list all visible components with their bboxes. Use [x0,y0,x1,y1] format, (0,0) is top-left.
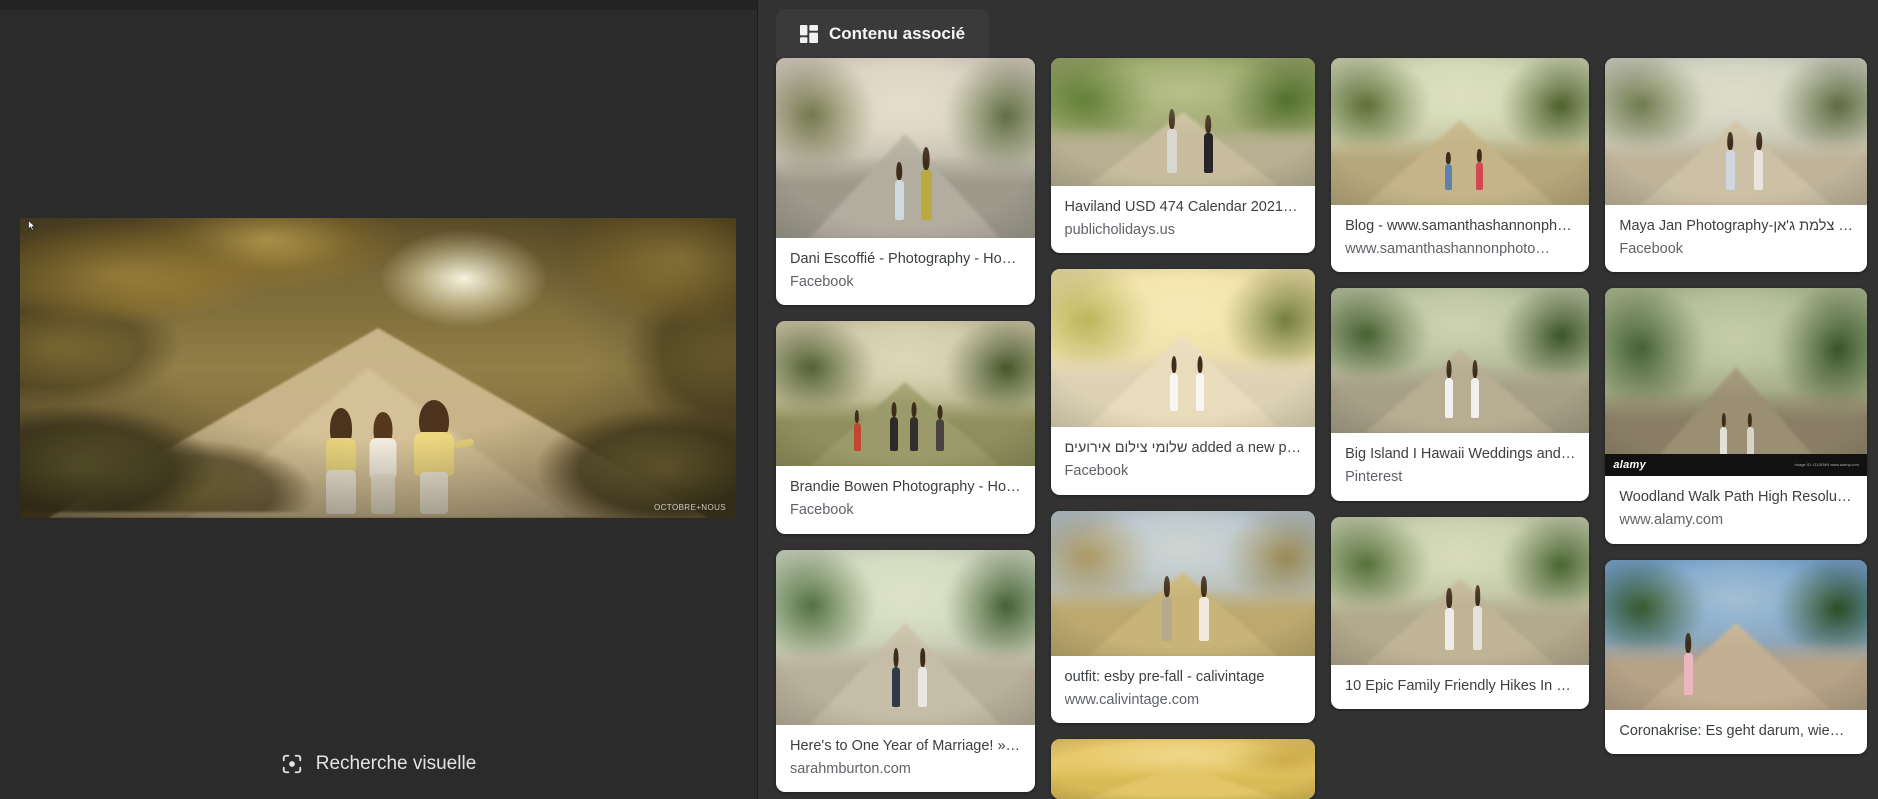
results-column-2: Haviland USD 474 Calendar 2021… publichol… [1050,58,1316,799]
card-thumbnail [776,58,1035,238]
card-source: Facebook [1619,241,1684,258]
result-card[interactable]: Brandie Bowen Photography - Ho… Facebook [776,321,1035,534]
card-thumbnail [1331,516,1590,665]
card-source: www.samanthashannonphoto… [1345,241,1550,258]
card-source: www.alamy.com [1619,512,1724,529]
card-meta: Maya Jan Photography-צלמת ג'אן … Facebook [1605,205,1867,272]
result-card[interactable]: Maya Jan Photography-צלמת ג'אן … Facebook [1605,58,1867,273]
visual-search-page: OCTOBRE+NOUS Recherche visuelle Contenu … [0,0,1878,799]
card-source: Facebook [790,274,854,291]
card-thumbnail [1331,288,1590,434]
card-meta: Big Island I Hawaii Weddings and… Pintere… [1331,433,1589,500]
preview-panel: OCTOBRE+NOUS Recherche visuelle [0,0,758,799]
card-title: outfit: esby pre-fall - calivintage [1064,668,1265,685]
card-meta: Haviland USD 474 Calendar 2021… publichol… [1051,186,1316,253]
card-thumbnail [1605,58,1867,205]
result-card[interactable]: Coronakrise: Es geht darum, wie… [1605,559,1867,754]
card-source: Facebook [1064,463,1129,480]
alamy-brand-label: alamy [1613,459,1647,472]
result-card[interactable]: alamy Image ID: G1JKMN www.alamy.com Woodl… [1605,288,1867,544]
card-title: Blog - www.samanthashannonph… [1345,218,1572,234]
card-title: Dani Escoffié - Photography - Ho… [790,251,1017,267]
results-column-3: Blog - www.samanthashannonph… www.samanth… [1331,58,1590,799]
result-card[interactable]: Haviland USD 474 Calendar 2021… publichol… [1050,58,1316,254]
result-card[interactable]: Blog - www.samanthashannonph… www.samanth… [1331,58,1590,273]
card-thumbnail [776,321,1035,467]
card-thumbnail [1050,58,1316,186]
result-card[interactable]: שלומי צילום אירועים added a new p… Facebo… [1050,269,1316,495]
card-title: Brandie Bowen Photography - Ho… [790,479,1021,496]
hero-credit-watermark: OCTOBRE+NOUS [654,503,726,512]
preview-image-container[interactable]: OCTOBRE+NOUS [20,218,736,518]
card-title: Here's to One Year of Marriage! »… [790,737,1021,754]
tab-strip: Contenu associé [758,0,1878,58]
card-meta: 10 Epic Family Friendly Hikes In … [1331,665,1589,709]
card-thumbnail [1331,58,1590,205]
card-title: 10 Epic Family Friendly Hikes In … [1345,677,1571,694]
card-source: www.calivintage.com [1064,691,1200,708]
result-card[interactable]: 10 Epic Family Friendly Hikes In … [1331,516,1590,709]
card-title: Big Island I Hawaii Weddings and… [1345,446,1576,463]
preview-image: OCTOBRE+NOUS [20,218,736,518]
card-meta: Brandie Bowen Photography - Ho… Facebook [776,466,1035,533]
card-title: Coronakrise: Es geht darum, wie… [1619,722,1845,739]
card-meta: Dani Escoffié - Photography - Ho… Faceboo… [776,238,1035,305]
card-source: publicholidays.us [1064,222,1175,239]
visual-search-icon [282,754,301,774]
result-card[interactable]: Here's to One Year of Marriage! »… sarahm… [776,549,1035,792]
card-source: sarahmburton.com [790,760,911,777]
grid-icon [800,24,818,43]
tab-related-content[interactable]: Contenu associé [776,9,990,58]
mouse-cursor-icon [28,220,36,231]
results-scroll-area[interactable]: Dani Escoffié - Photography - Ho… Faceboo… [758,58,1878,799]
card-thumbnail [1050,738,1316,799]
card-meta: Blog - www.samanthashannonph… www.samanth… [1331,205,1589,272]
card-meta: Woodland Walk Path High Resolu… www.alamy… [1605,476,1867,543]
preview-topbar [0,0,757,10]
card-title: Maya Jan Photography-צלמת ג'אן … [1619,218,1853,234]
tab-related-label: Contenu associé [829,23,966,43]
card-meta: outfit: esby pre-fall - calivintage www.c… [1051,656,1316,723]
card-thumbnail [1050,510,1316,656]
card-source: Pinterest [1345,469,1403,486]
card-title: Woodland Walk Path High Resolu… [1619,489,1852,506]
alamy-watermark: alamy Image ID: G1JKMN www.alamy.com [1605,454,1867,477]
card-thumbnail [776,549,1035,725]
visual-search-label: Recherche visuelle [315,753,477,774]
card-meta: שלומי צילום אירועים added a new p… Facebo… [1051,427,1316,494]
result-card[interactable] [1050,738,1316,799]
result-card[interactable]: outfit: esby pre-fall - calivintage www.c… [1050,510,1316,723]
results-column-1: Dani Escoffié - Photography - Ho… Faceboo… [776,58,1035,799]
card-title: Haviland USD 474 Calendar 2021… [1064,199,1298,215]
card-meta: Here's to One Year of Marriage! »… sarahm… [776,725,1035,792]
result-card[interactable]: Dani Escoffié - Photography - Ho… Faceboo… [776,58,1035,306]
card-thumbnail [1605,559,1867,710]
visual-search-button[interactable]: Recherche visuelle [0,753,757,775]
hero-vignette [20,218,736,518]
card-source: Facebook [790,502,854,519]
card-meta: Coronakrise: Es geht darum, wie… [1605,710,1867,754]
card-title: שלומי צילום אירועים added a new p… [1064,440,1302,457]
result-card[interactable]: Big Island I Hawaii Weddings and… Pintere… [1331,288,1590,501]
card-thumbnail: alamy Image ID: G1JKMN www.alamy.com [1605,288,1867,477]
alamy-image-code: Image ID: G1JKMN www.alamy.com [1794,461,1859,467]
card-thumbnail [1050,269,1316,428]
results-grid: Dani Escoffié - Photography - Ho… Faceboo… [776,58,1867,799]
related-content-panel: Contenu associé Dani Escoffié - Photogra… [758,0,1878,799]
results-column-4: Maya Jan Photography-צלמת ג'אן … Facebook… [1605,58,1867,799]
